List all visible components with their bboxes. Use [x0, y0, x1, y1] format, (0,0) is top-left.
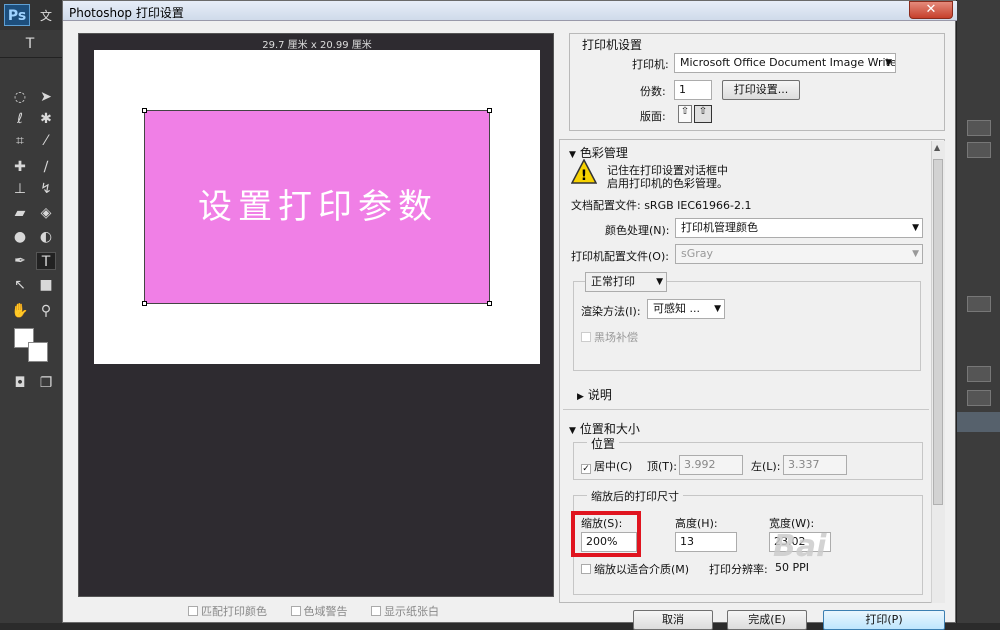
scaled-size-group-label: 缩放后的打印尺寸	[587, 488, 683, 504]
move-icon[interactable]: ➤	[36, 88, 56, 106]
panel-button[interactable]	[967, 296, 991, 312]
preview-image-text: 设置打印参数	[198, 187, 438, 227]
resize-handle-top-right[interactable]	[487, 108, 492, 113]
warning-icon: !	[570, 158, 598, 185]
zoom-icon[interactable]: ⚲	[36, 302, 56, 320]
gamut-warning-label: 色域警告	[303, 605, 348, 618]
baidu-watermark: Bai	[773, 529, 827, 564]
height-label: 高度(H):	[675, 517, 718, 530]
warning-line-2: 启用打印机的色彩管理。	[607, 177, 728, 190]
dodge-icon[interactable]: ◐	[36, 228, 56, 246]
match-print-colors-label: 匹配打印颜色	[201, 605, 267, 618]
print-button[interactable]: 打印(P)	[823, 610, 945, 630]
printer-setup-header: 打印机设置	[582, 38, 643, 52]
landscape-layout-icon[interactable]: ⇧	[694, 105, 712, 123]
panel-button[interactable]	[967, 142, 991, 158]
show-paper-white-label: 显示纸张白	[384, 605, 439, 618]
print-preview: 29.7 厘米 x 20.99 厘米 设置打印参数	[78, 33, 554, 597]
panel-button[interactable]	[967, 120, 991, 136]
healing-icon[interactable]: ✚	[10, 158, 30, 176]
layer-row-selected[interactable]	[957, 412, 1000, 432]
show-paper-white-checkbox[interactable]: 显示纸张白	[371, 603, 439, 619]
panel-button[interactable]	[967, 390, 991, 406]
shape-icon[interactable]: ■	[36, 276, 56, 294]
render-method-label: 渲染方法(I):	[581, 305, 641, 318]
photoshop-logo: Ps	[4, 4, 30, 26]
stamp-icon[interactable]: ⊥	[10, 180, 30, 198]
type-icon[interactable]: T	[36, 252, 56, 270]
description-header[interactable]: ▶ 说明	[577, 386, 612, 403]
ps-options-bar: T	[0, 30, 64, 58]
pen-icon[interactable]: ✒	[10, 252, 30, 270]
blur-icon[interactable]: ●	[10, 228, 30, 246]
hand-icon[interactable]: ✋	[10, 302, 30, 320]
resize-handle-top-left[interactable]	[142, 108, 147, 113]
print-settings-dialog: Photoshop 打印设置 ✕ 29.7 厘米 x 20.99 厘米 设置打印…	[62, 0, 957, 630]
history-brush-icon[interactable]: ↯	[36, 180, 56, 198]
path-select-icon[interactable]: ↖	[10, 276, 30, 294]
eraser-icon[interactable]: ▰	[10, 204, 30, 222]
print-resolution-label: 打印分辨率:	[709, 563, 768, 576]
left-label: 左(L):	[751, 460, 781, 473]
eyedropper-icon[interactable]: ⁄	[36, 132, 56, 150]
cancel-button[interactable]: 取消	[633, 610, 713, 630]
crop-icon[interactable]: ⌗	[10, 132, 30, 150]
portrait-layout-icon[interactable]: ⇧	[678, 105, 692, 123]
normal-print-select[interactable]: 正常打印 ▼	[585, 272, 667, 292]
ps-right-panel	[956, 0, 1000, 623]
ps-menu-file[interactable]: 文	[40, 7, 52, 24]
lasso-icon[interactable]: ℓ	[10, 110, 30, 128]
ps-toolbox: ◌ ➤ ℓ ✱ ⌗ ⁄ ✚ ∕ ⊥ ↯ ▰ ◈ ● ◐ ✒ T ↖ ■ ✋ ⚲ …	[0, 58, 64, 623]
preview-image[interactable]: 设置打印参数	[142, 108, 492, 306]
paper-sheet: 设置打印参数	[94, 50, 540, 364]
match-print-colors-checkbox[interactable]: 匹配打印颜色	[188, 603, 267, 619]
scroll-up-icon[interactable]: ▲	[934, 143, 940, 152]
paint-bucket-icon[interactable]: ◈	[36, 204, 56, 222]
copies-input[interactable]: 1	[674, 80, 712, 100]
top-input[interactable]: 3.992	[679, 455, 743, 475]
render-method-select[interactable]: 可感知 ... ▼	[647, 299, 725, 319]
highlight-box	[571, 511, 641, 557]
panel-button[interactable]	[967, 366, 991, 382]
preview-options: 匹配打印颜色 色域警告 显示纸张白	[188, 603, 459, 619]
marquee-icon[interactable]: ◌	[10, 88, 30, 106]
color-handling-select[interactable]: 打印机管理颜色 ▼	[675, 218, 923, 238]
printer-setup-section: 打印机设置 打印机: Microsoft Office Document Ima…	[569, 33, 945, 131]
printer-label: 打印机:	[632, 58, 669, 71]
printer-profile-label: 打印机配置文件(O):	[571, 250, 669, 263]
resize-handle-bottom-left[interactable]	[142, 301, 147, 306]
magic-wand-icon[interactable]: ✱	[36, 110, 56, 128]
gamut-warning-checkbox[interactable]: 色域警告	[290, 603, 348, 619]
top-label: 顶(T):	[647, 460, 678, 473]
settings-scrollbar-thumb[interactable]	[933, 159, 943, 505]
print-mode-group	[573, 281, 921, 371]
height-input[interactable]: 13	[675, 532, 737, 552]
quick-mask-icon[interactable]: ◘	[10, 374, 30, 392]
printer-profile-select[interactable]: sGray ▼	[675, 244, 923, 264]
fit-media-checkbox[interactable]: 缩放以适合介质(M)	[581, 561, 689, 577]
svg-text:!: !	[581, 168, 587, 184]
copies-label: 份数:	[640, 85, 666, 98]
paper-size-label: 29.7 厘米 x 20.99 厘米	[262, 40, 372, 51]
position-group-label: 位置	[587, 435, 620, 452]
color-handling-label: 颜色处理(N):	[605, 224, 670, 237]
type-option-icon[interactable]: T	[20, 35, 40, 53]
print-settings-button[interactable]: 打印设置...	[722, 80, 800, 100]
divider	[563, 409, 929, 410]
background-color-swatch[interactable]	[28, 342, 48, 362]
center-checkbox[interactable]: ✓ 居中(C)	[581, 458, 632, 474]
screen-mode-icon[interactable]: ❐	[36, 374, 56, 392]
layout-label: 版面:	[640, 110, 666, 123]
resize-handle-bottom-right[interactable]	[487, 301, 492, 306]
close-button[interactable]: ✕	[909, 1, 953, 19]
document-profile: 文档配置文件: sRGB IEC61966-2.1	[571, 199, 752, 212]
left-input[interactable]: 3.337	[783, 455, 847, 475]
dialog-title-bar[interactable]	[63, 1, 957, 21]
brush-icon[interactable]: ∕	[36, 158, 56, 176]
done-button[interactable]: 完成(E)	[727, 610, 807, 630]
dialog-title: Photoshop 打印设置	[69, 6, 184, 20]
black-point-checkbox[interactable]: 黑场补偿	[581, 329, 638, 345]
printer-select[interactable]: Microsoft Office Document Image Writer ▼	[674, 53, 896, 73]
